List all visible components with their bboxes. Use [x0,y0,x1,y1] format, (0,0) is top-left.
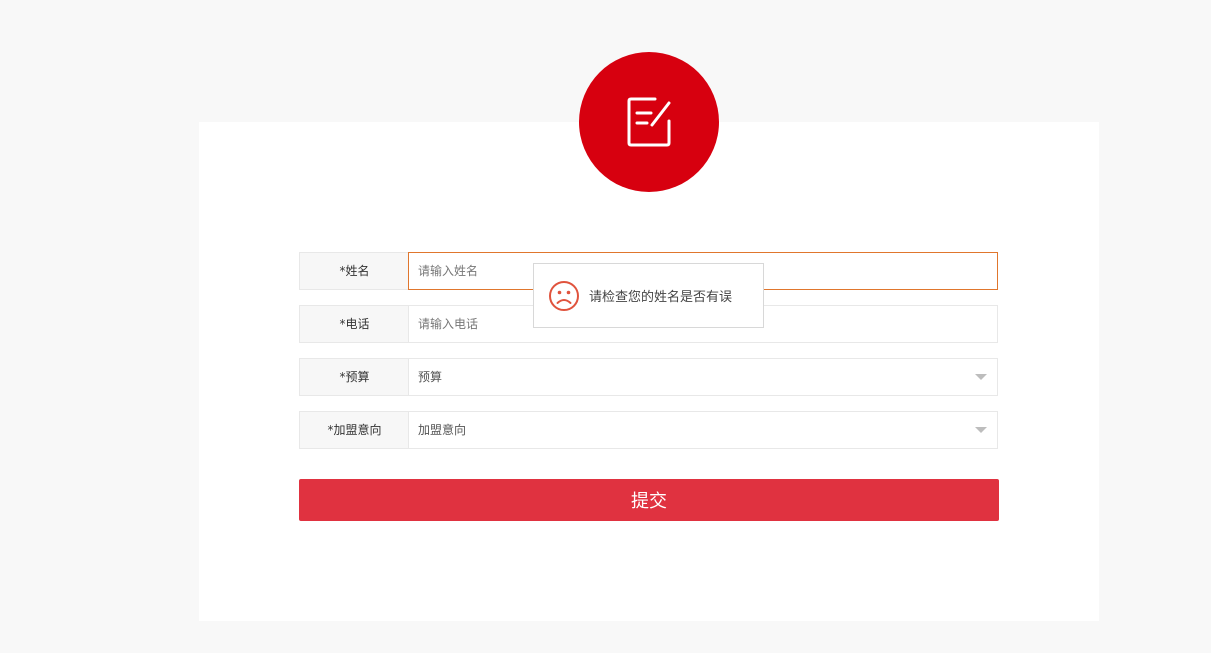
tooltip-message: 请检查您的姓名是否有误 [589,290,733,305]
intent-select-value: 加盟意向 [418,423,467,437]
budget-select-value: 预算 [418,370,443,384]
budget-select[interactable]: 预算 [408,358,998,396]
budget-label: *预算 [299,358,409,396]
validation-tooltip: 请检查您的姓名是否有误 [533,263,764,328]
intent-label: *加盟意向 [299,411,409,449]
chevron-down-icon [975,427,987,433]
budget-row: *预算 预算 [299,358,998,396]
submit-button[interactable]: 提交 [299,479,999,521]
header-badge [579,52,719,192]
sad-face-icon [549,280,579,311]
name-label: *姓名 [299,252,409,290]
edit-form-icon [627,97,671,147]
phone-label: *电话 [299,305,409,343]
chevron-down-icon [975,374,987,380]
intent-row: *加盟意向 加盟意向 [299,411,998,449]
intent-select[interactable]: 加盟意向 [408,411,998,449]
